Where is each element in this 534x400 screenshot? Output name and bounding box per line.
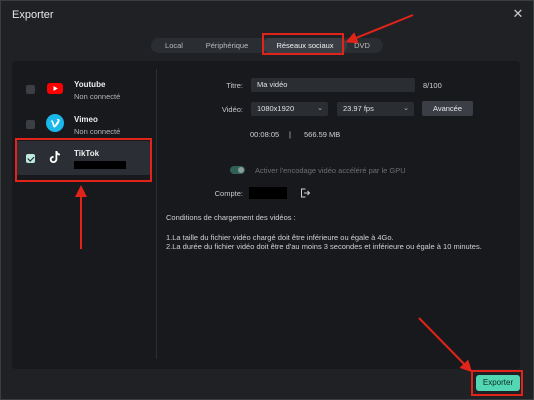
redacted-account-status	[74, 161, 126, 169]
panel-divider	[156, 69, 157, 359]
info-separator: |	[289, 130, 291, 139]
tab-local[interactable]: Local	[155, 38, 193, 53]
condition-1: 1.La taille du fichier vidéo chargé doit…	[166, 233, 394, 242]
fps-select[interactable]: 23.97 fps ⌄	[337, 102, 414, 116]
logout-icon[interactable]	[299, 187, 311, 199]
tiktok-icon	[46, 148, 64, 166]
account-status: Non connecté	[74, 127, 121, 136]
resolution-value: 1080x1920	[257, 104, 295, 113]
title-char-count: 8/100	[423, 81, 442, 90]
export-button[interactable]: Exporter	[476, 375, 520, 391]
chevron-down-icon: ⌄	[317, 105, 323, 112]
title-input[interactable]: Ma vidéo	[251, 78, 415, 92]
video-label: Vidéo:	[221, 105, 243, 114]
account-name: Youtube	[74, 80, 106, 89]
vimeo-checkbox[interactable]	[26, 120, 35, 129]
account-tiktok[interactable]: TikTok	[16, 141, 151, 175]
resolution-select[interactable]: 1080x1920 ⌄	[251, 102, 328, 116]
tab-dvd[interactable]: DVD	[347, 38, 377, 53]
title-bar: Exporter ✕	[1, 1, 534, 29]
condition-2: 2.La durée du fichier vidéo doit être d'…	[166, 242, 482, 251]
account-name: Vimeo	[74, 115, 98, 124]
fps-value: 23.97 fps	[343, 104, 374, 113]
account-status: Non connecté	[74, 92, 121, 101]
account-name: TikTok	[74, 149, 100, 158]
video-duration: 00:08:05	[250, 130, 280, 139]
title-label: Titre:	[226, 81, 243, 90]
gpu-toggle[interactable]	[230, 166, 245, 174]
file-size: 566.59 MB	[304, 130, 341, 139]
chevron-down-icon: ⌄	[403, 105, 409, 112]
tiktok-checkbox[interactable]	[26, 154, 35, 163]
gpu-encoding-label: Activer l'encodage vidéo accéléré par le…	[255, 166, 406, 175]
advanced-button[interactable]: Avancée	[422, 101, 473, 116]
youtube-icon	[46, 79, 64, 97]
account-vimeo[interactable]: Vimeo Non connecté	[16, 107, 151, 141]
tab-peripherique[interactable]: Périphérique	[195, 38, 259, 53]
youtube-checkbox[interactable]	[26, 85, 35, 94]
close-icon[interactable]: ✕	[511, 7, 525, 21]
conditions-heading: Conditions de chargement des vidéos :	[166, 213, 296, 222]
redacted-account	[249, 187, 287, 199]
tab-reseaux-sociaux[interactable]: Réseaux sociaux	[263, 38, 347, 53]
export-tabs: Local Périphérique Réseaux sociaux DVD	[151, 38, 383, 53]
dialog-title: Exporter	[12, 9, 54, 21]
export-dialog: Exporter ✕ Local Périphérique Réseaux so…	[0, 0, 534, 400]
account-youtube[interactable]: Youtube Non connecté	[16, 72, 151, 106]
vimeo-icon	[46, 114, 64, 132]
account-label: Compte:	[214, 189, 243, 198]
